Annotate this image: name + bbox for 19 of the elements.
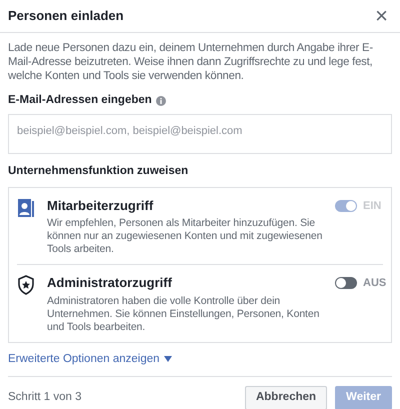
email-input-field[interactable]: beispiel@beispiel.com, beispiel@beispiel.com (8, 114, 392, 154)
shield-star-icon (17, 275, 35, 295)
caret-down-icon[interactable] (164, 356, 172, 362)
close-button[interactable]: × (375, 5, 392, 27)
description: Lade neue Personen dazu ein, deinem Unternehmen durch Angabe ihrer E-Mail-Adresse beizutreten. Weise ihnen dann Zugriffsrechte zu und lege fest, welche Konten und Tools sie verwenden können. (8, 41, 374, 83)
info-icon[interactable] (156, 96, 166, 106)
section-label: Unternehmensfunktion zuweisen (8, 164, 190, 180)
role-description: Administratoren haben die volle Kontrolle über dein Unternehmen. Sie können Einstellungen, Personen, Konten und Tools bearbeiten. (47, 294, 320, 334)
id-badge-icon (17, 198, 35, 218)
role-title: Mitarbeiterzugriff (47, 196, 154, 215)
field-label: E-Mail-Adressen eingeben (8, 93, 152, 108)
step-indicator: Schritt 1 von 3 (8, 390, 82, 406)
toggle-switch[interactable] (335, 277, 357, 289)
window-title: Personen einladen (8, 7, 124, 26)
role-description: Wir empfehlen, Personen als Mitarbeiter hinzuzufügen. Sie können nur an zugewiesenen Konten und mit zugewiesenen Tools arbeiten. (47, 217, 323, 256)
role-title: Administratorzugriff (47, 274, 173, 292)
advanced-options-link[interactable]: Erweiterte Optionen anzeigen (8, 350, 172, 368)
toggle-label: EIN (363, 200, 382, 212)
cancel-button[interactable]: Abbrechen (244, 386, 328, 409)
